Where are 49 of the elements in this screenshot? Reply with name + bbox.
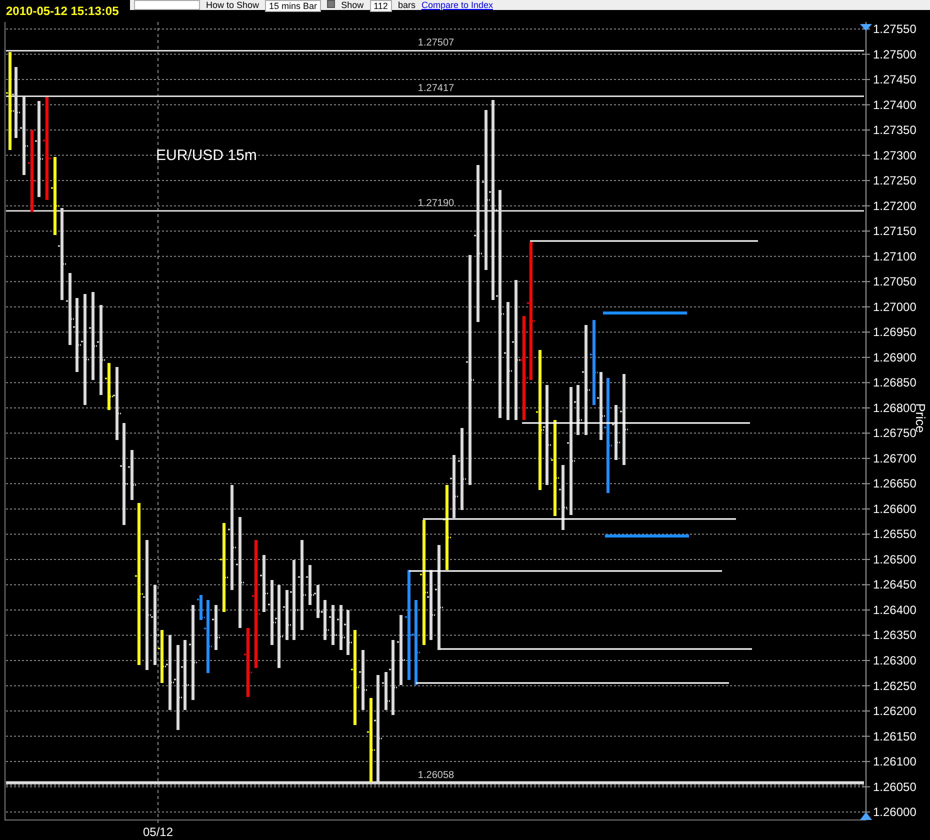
price-axis-label: 1.26700 <box>873 451 916 466</box>
price-axis-label: 1.26650 <box>873 476 916 491</box>
price-axis-label: 1.26150 <box>873 729 916 744</box>
price-level-label: 1.26058 <box>418 770 454 781</box>
price-axis-label: 1.26450 <box>873 578 916 592</box>
price-axis-label: 1.27400 <box>873 98 916 112</box>
price-axis-label: 1.27500 <box>873 47 916 62</box>
price-axis-label: 1.26400 <box>873 602 916 617</box>
price-axis-label: 1.26600 <box>873 502 916 516</box>
price-axis-label: 1.27350 <box>873 123 916 138</box>
price-level-label: 1.27190 <box>418 198 454 209</box>
price-axis-label: 1.26750 <box>873 426 916 440</box>
scroll-marker-icon[interactable] <box>860 812 872 820</box>
timestamp: 2010-05-12 15:13:05 <box>5 3 120 20</box>
price-axis-label: 1.27200 <box>873 198 916 213</box>
price-level-label: 1.27507 <box>418 38 454 49</box>
price-axis-label: 1.27450 <box>873 72 916 87</box>
bars-label: bars <box>398 0 416 10</box>
price-axis-label: 1.26050 <box>873 780 916 794</box>
price-axis-label: 1.26500 <box>873 552 916 566</box>
price-axis-label: 1.27250 <box>873 174 916 188</box>
price-level-label: 1.27417 <box>418 83 454 94</box>
date-axis-label: 05/12 <box>142 825 174 839</box>
price-axis-label: 1.26100 <box>873 754 916 769</box>
scroll-marker-icon[interactable] <box>860 24 872 31</box>
price-axis-label: 1.26850 <box>873 376 916 390</box>
price-axis-label: 1.26550 <box>873 527 916 542</box>
price-axis-label: 1.27300 <box>873 148 916 162</box>
price-axis-label: 1.26300 <box>873 654 916 668</box>
show-as-label: How to Show <box>206 0 260 10</box>
price-axis-label: 1.27100 <box>873 249 916 264</box>
dropdown-field[interactable] <box>134 0 200 10</box>
price-axis-label: 1.26250 <box>873 678 916 693</box>
price-axis-label: 1.27550 <box>873 22 916 36</box>
chart-title: EUR/USD 15m <box>156 147 257 164</box>
price-axis-label: 1.26950 <box>873 325 916 340</box>
compare-to-index-link[interactable]: Compare to Index <box>421 0 493 10</box>
bar-type-dropdown[interactable]: 15 mins Bar <box>265 0 322 12</box>
price-axis-label: 1.27000 <box>873 300 916 314</box>
show-label: Show <box>341 0 364 10</box>
price-axis-label: 1.26350 <box>873 628 916 642</box>
price-axis-label: 1.27150 <box>873 224 916 238</box>
price-axis-label: 1.27050 <box>873 274 916 289</box>
price-axis-label: 1.26000 <box>873 805 916 820</box>
price-axis-label: 1.26200 <box>873 704 916 718</box>
price-axis-label: 1.26900 <box>873 350 916 364</box>
bar-count-field[interactable]: 112 <box>370 0 392 12</box>
show-checkbox[interactable] <box>327 0 336 8</box>
price-axis-label: 1.26800 <box>873 400 916 415</box>
